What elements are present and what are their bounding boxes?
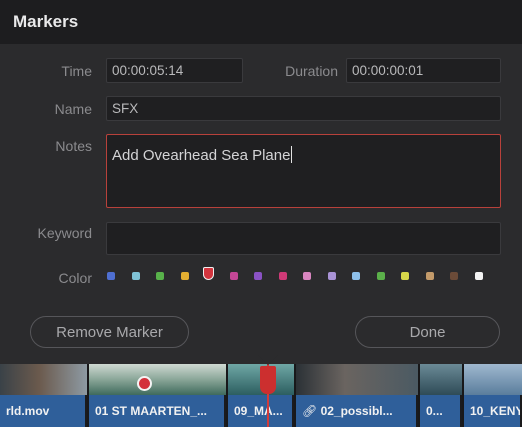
clip-thumbnail: [89, 364, 226, 395]
color-swatch[interactable]: [303, 272, 311, 280]
clip-label: 01 ST MAARTEN_...: [89, 395, 226, 427]
time-label: Time: [61, 63, 92, 79]
color-swatch[interactable]: [180, 272, 189, 280]
name-label: Name: [54, 101, 92, 117]
clip-label: 🔗︎ 02_possibl...: [296, 395, 418, 427]
dialog-title: Markers: [13, 12, 79, 31]
timeline-clip[interactable]: 01 ST MAARTEN_...: [89, 364, 226, 427]
color-swatch[interactable]: [401, 272, 409, 280]
notes-field[interactable]: Add Ovearhead Sea Plane: [106, 134, 501, 208]
color-swatch[interactable]: [450, 272, 458, 280]
clip-thumbnail: [420, 364, 462, 395]
clip-label: rld.mov: [0, 395, 87, 427]
clip-label: 09_MA...: [228, 395, 294, 427]
remove-marker-button[interactable]: Remove Marker: [30, 316, 189, 348]
keyword-label: Keyword: [37, 225, 92, 241]
notes-label: Notes: [55, 138, 92, 154]
title-bar: Markers: [0, 0, 522, 44]
color-swatch[interactable]: [376, 272, 385, 280]
clip-thumbnail: [0, 364, 87, 395]
time-field[interactable]: 00:00:05:14: [106, 58, 243, 83]
timeline-clip[interactable]: 🔗︎ 02_possibl...: [296, 364, 418, 427]
link-icon: 🔗︎: [302, 404, 321, 418]
done-button[interactable]: Done: [355, 316, 500, 348]
color-swatch[interactable]: [131, 272, 140, 280]
color-swatch[interactable]: [425, 272, 434, 280]
keyword-field[interactable]: [106, 222, 501, 255]
timeline-clip[interactable]: rld.mov: [0, 364, 87, 427]
clip-label: 0...: [420, 395, 462, 427]
color-swatch[interactable]: [229, 272, 238, 280]
color-swatch[interactable]: [278, 272, 287, 280]
clip-marker-icon[interactable]: [137, 376, 152, 391]
text-caret: [291, 146, 293, 163]
clip-thumbnail: [464, 364, 522, 395]
duration-field[interactable]: 00:00:00:01: [346, 58, 501, 83]
color-swatch[interactable]: [254, 272, 262, 280]
clip-thumbnail: [296, 364, 418, 395]
color-swatch[interactable]: [474, 272, 483, 280]
name-field[interactable]: SFX: [106, 96, 501, 121]
playhead-marker[interactable]: [260, 366, 276, 394]
timeline-clip[interactable]: 0...: [420, 364, 462, 427]
dialog-pointer: [258, 355, 278, 365]
color-swatch[interactable]: [327, 272, 336, 280]
color-swatch[interactable]: [156, 272, 164, 280]
duration-label: Duration: [285, 63, 338, 79]
timeline-clip[interactable]: 10_KENY: [464, 364, 522, 427]
color-swatch[interactable]: [203, 267, 214, 280]
clip-label: 10_KENY: [464, 395, 522, 427]
color-swatch[interactable]: [107, 272, 115, 280]
color-label: Color: [58, 270, 92, 286]
notes-text: Add Ovearhead Sea Plane: [112, 147, 291, 164]
color-swatch[interactable]: [352, 272, 360, 280]
markers-dialog: Markers Time 00:00:05:14 Duration 00:00:…: [0, 0, 522, 364]
